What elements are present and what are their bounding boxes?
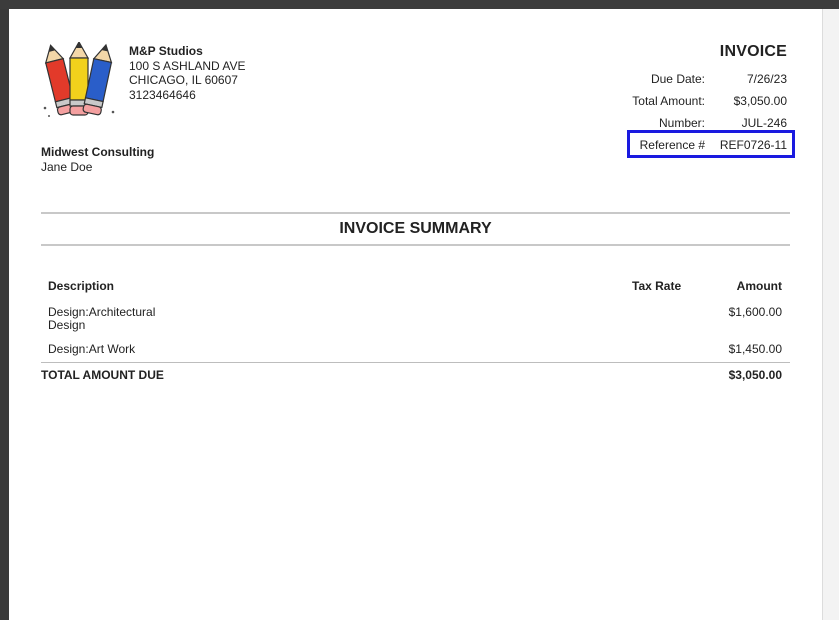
item-description: Design:Art Work — [48, 342, 136, 356]
reference-highlight-box — [627, 130, 795, 158]
item-description: Design:Architectural Design — [48, 305, 156, 332]
total-divider — [41, 362, 790, 363]
scrollbar-track[interactable] — [822, 9, 839, 620]
total-due-label: TOTAL AMOUNT DUE — [41, 368, 164, 382]
invoice-page: M&P Studios 100 S ASHLAND AVE CHICAGO, I… — [9, 9, 822, 620]
company-address-line1: 100 S ASHLAND AVE — [129, 58, 246, 73]
header-amount: Amount — [736, 279, 782, 293]
client-name: Midwest Consulting — [41, 145, 155, 159]
header-tax-rate: Tax Rate — [632, 279, 682, 293]
company-phone: 3123464646 — [129, 87, 196, 102]
invoice-title: INVOICE — [719, 43, 787, 60]
company-address-line2: CHICAGO, IL 60607 — [129, 73, 238, 87]
due-date-value: 7/26/23 — [746, 72, 787, 86]
company-info: M&P Studios 100 S ASHLAND AVE CHICAGO, I… — [129, 44, 246, 102]
total-amount-value: $3,050.00 — [733, 94, 787, 108]
total-due-value: $3,050.00 — [728, 368, 782, 382]
summary-rule-top — [41, 212, 790, 214]
bill-to: Midwest Consulting Jane Doe — [41, 145, 154, 174]
total-amount-label: Total Amount: — [632, 94, 705, 108]
colored-pencils-icon — [43, 42, 115, 117]
window-top-strip — [0, 0, 839, 9]
item-amount: $1,600.00 — [728, 305, 782, 319]
total-amount-row: Total Amount: $3,050.00 — [585, 93, 787, 115]
header-description: Description — [48, 279, 115, 293]
summary-rule-bottom — [41, 244, 790, 246]
summary-title: INVOICE SUMMARY — [339, 220, 492, 237]
client-contact: Jane Doe — [41, 159, 93, 174]
due-date-label: Due Date: — [650, 72, 705, 86]
company-name: M&P Studios — [129, 44, 203, 58]
due-date-row: Due Date: 7/26/23 — [585, 71, 787, 93]
item-amount: $1,450.00 — [728, 342, 782, 356]
